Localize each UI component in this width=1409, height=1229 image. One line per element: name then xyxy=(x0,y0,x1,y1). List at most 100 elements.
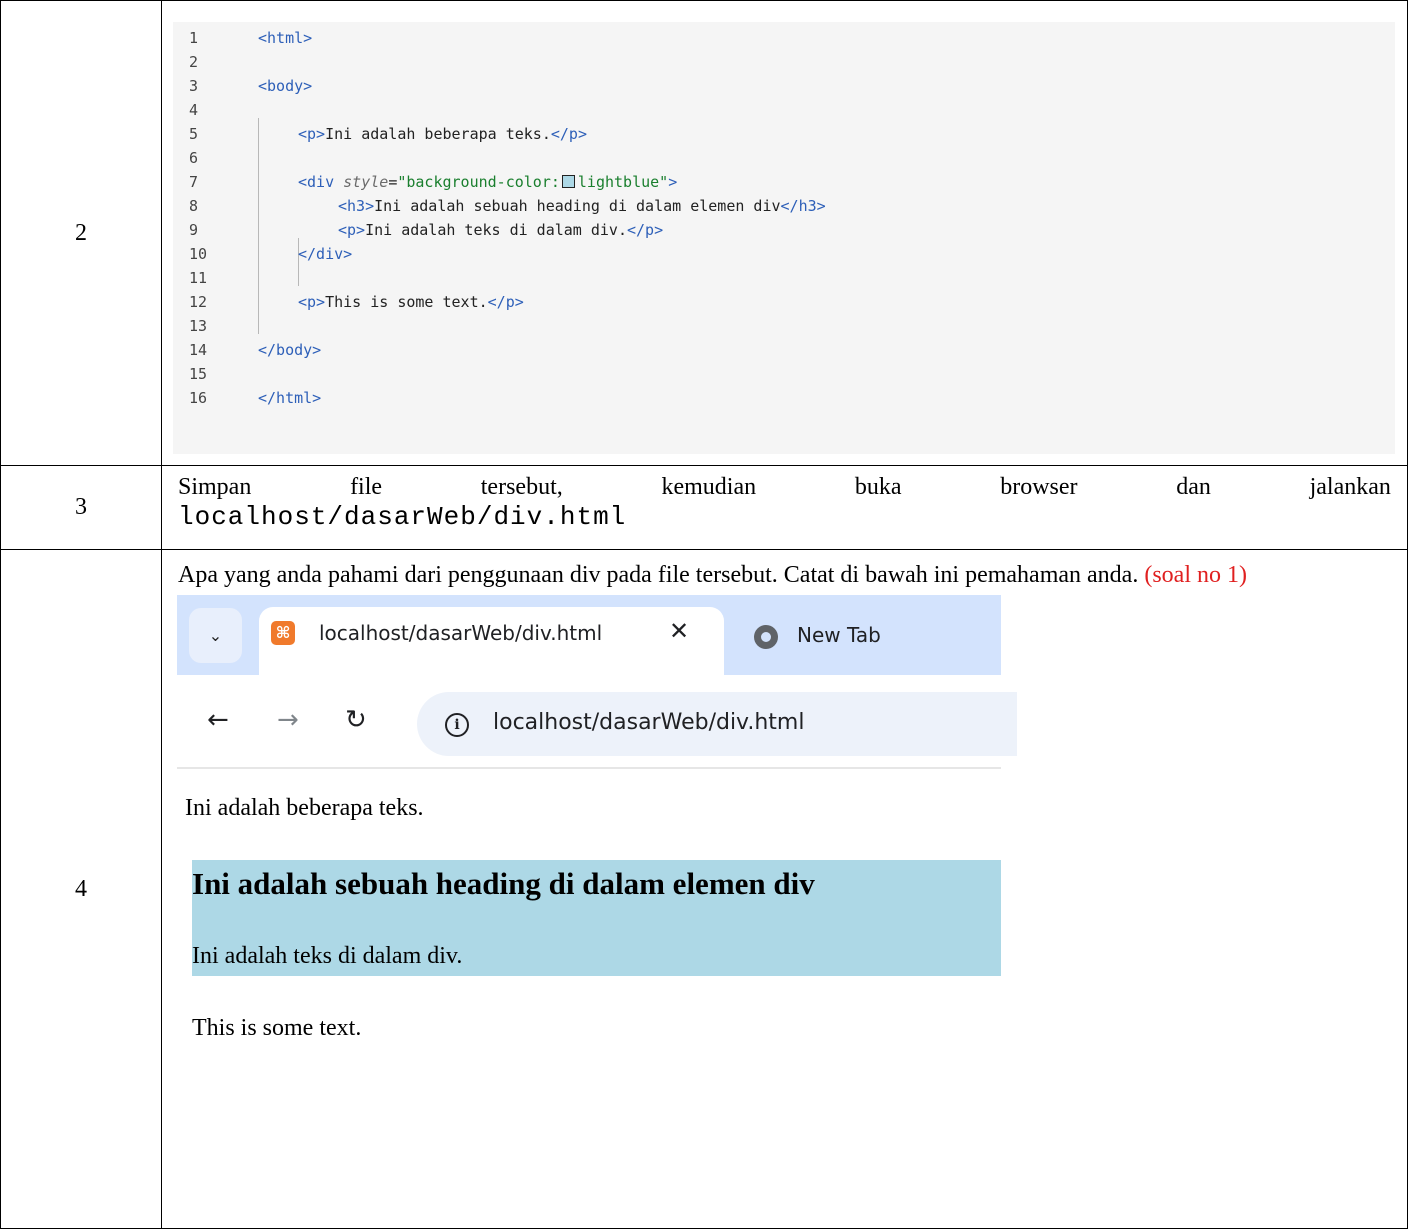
address-bar[interactable]: i localhost/dasarWeb/div.html xyxy=(417,692,1017,756)
code-text: <html> xyxy=(258,26,312,50)
step-content: 1 <html> 2 3 <body> 4 5 <p>Ini adalah beberapa … xyxy=(161,0,1408,466)
line-number: 5 xyxy=(189,125,199,143)
code-line: 9 <p>Ini adalah teks di dalam div.</p> xyxy=(173,218,1373,242)
code-line: 14 </body> xyxy=(173,338,1373,362)
line-number: 10 xyxy=(189,245,208,263)
code-text: <p>This is some text.</p> xyxy=(298,290,524,314)
code-token: style xyxy=(343,173,389,191)
word: tersebut, xyxy=(480,474,563,500)
code-line: 13 xyxy=(173,314,1373,338)
step-row-4: 4 Apa yang anda pahami dari penggunaan d… xyxy=(0,549,1408,1229)
steps-table: 2 1 <html> 2 3 <body> 4 5 <p>Ini adalah beberap… xyxy=(0,0,1408,1229)
line-number: 13 xyxy=(189,317,208,335)
code-line: 10 </div> xyxy=(173,242,1373,266)
code-text: <body> xyxy=(258,74,312,98)
instruction-text: Apa yang anda pahami dari penggunaan div… xyxy=(178,562,1247,588)
code-token: <div xyxy=(298,173,344,191)
line-number: 3 xyxy=(189,77,199,95)
code-token: </p> xyxy=(627,221,664,239)
code-line: 16 </html> xyxy=(173,386,1373,410)
instruction-text: Simpan file tersebut, kemudian buka browser da… xyxy=(178,472,1391,502)
info-icon[interactable]: i xyxy=(445,713,469,737)
code-line: 11 xyxy=(173,266,1373,290)
line-number: 15 xyxy=(189,365,208,383)
code-token: </body> xyxy=(258,341,322,359)
code-text: </div> xyxy=(298,242,352,266)
step-content: Simpan file tersebut, kemudian buka browser da… xyxy=(161,465,1408,550)
line-number: 8 xyxy=(189,197,199,215)
word: jalankan xyxy=(1309,474,1391,500)
code-text: </body> xyxy=(258,338,321,362)
question-note: (soal no 1) xyxy=(1144,562,1247,588)
reload-icon[interactable]: ↻ xyxy=(345,705,367,735)
code-line: 8 <h3>Ini adalah sebuah heading di dalam … xyxy=(173,194,1373,218)
code-token: </html> xyxy=(258,389,322,407)
browser-screenshot: ⌄ ⌘ localhost/dasarWeb/div.html ✕ New Ta… xyxy=(177,595,1017,1137)
code-token: </p> xyxy=(487,293,524,311)
chevron-down-icon: ⌄ xyxy=(208,626,223,645)
page-viewport: Ini adalah beberapa teks. Ini adalah seb… xyxy=(177,769,1001,1137)
code-token: = xyxy=(388,173,398,191)
line-number: 12 xyxy=(189,293,208,311)
code-token: <p> xyxy=(298,293,326,311)
code-token: <h3> xyxy=(338,197,375,215)
document-page: 2 1 <html> 2 3 <body> 4 5 <p>Ini adalah beberap… xyxy=(0,0,1409,1229)
line-number: 16 xyxy=(189,389,208,407)
step-number: 4 xyxy=(0,549,162,1229)
tab-search-button[interactable]: ⌄ xyxy=(189,608,242,663)
code-text: <p>Ini adalah beberapa teks.</p> xyxy=(298,122,587,146)
line-number: 6 xyxy=(189,149,199,167)
step-row-3: 3 Simpan file tersebut, kemudian buka browser… xyxy=(0,465,1408,550)
step-number: 2 xyxy=(0,0,162,466)
paragraph-1: Ini adalah beberapa teks. xyxy=(185,795,424,821)
code-token: <html> xyxy=(258,29,313,47)
step-content: Apa yang anda pahami dari penggunaan div… xyxy=(161,549,1408,1229)
lightblue-div: Ini adalah sebuah heading di dalam eleme… xyxy=(192,860,1001,976)
tab-strip: ⌄ ⌘ localhost/dasarWeb/div.html ✕ New Ta… xyxy=(177,595,1001,687)
code-line: 6 xyxy=(173,146,1373,170)
line-number: 4 xyxy=(189,101,199,119)
code-editor: 1 <html> 2 3 <body> 4 5 <p>Ini adalah beberapa … xyxy=(173,22,1395,454)
chrome-icon xyxy=(754,625,778,649)
code-token: <p> xyxy=(298,125,326,143)
code-text: </html> xyxy=(258,386,321,410)
code-line: 3 <body> xyxy=(173,74,1373,98)
code-token: </div> xyxy=(298,245,353,263)
code-text: <h3>Ini adalah sebuah heading di dalam e… xyxy=(338,194,826,218)
word: kemudian xyxy=(661,474,757,500)
line-number: 7 xyxy=(189,173,199,191)
code-text: <p>Ini adalah teks di dalam div.</p> xyxy=(338,218,663,242)
address-url[interactable]: localhost/dasarWeb/div.html xyxy=(493,710,804,735)
close-icon[interactable]: ✕ xyxy=(669,617,689,645)
tab-title: localhost/dasarWeb/div.html xyxy=(319,621,603,645)
word: dan xyxy=(1176,474,1211,500)
xampp-favicon-icon: ⌘ xyxy=(271,621,295,645)
code-line: 7 <div style="background-color: lightblue"… xyxy=(173,170,1373,194)
code-token: </h3> xyxy=(780,197,826,215)
code-text: <div style="background-color: lightblue"> xyxy=(298,170,677,194)
code-token: "background-color: xyxy=(397,173,560,191)
code-token: > xyxy=(668,173,678,191)
code-token: Ini adalah sebuah heading di dalam eleme… xyxy=(374,197,781,215)
code-token: lightblue" xyxy=(577,173,669,191)
back-arrow-icon[interactable]: ← xyxy=(207,705,229,735)
code-line: 12 <p>This is some text.</p> xyxy=(173,290,1373,314)
paragraph-3: This is some text. xyxy=(192,1015,362,1041)
div-heading: Ini adalah sebuah heading di dalam eleme… xyxy=(192,866,815,901)
tab-new-tab[interactable]: New Tab xyxy=(797,623,881,647)
step-row-2: 2 1 <html> 2 3 <body> 4 5 <p>Ini adalah beberap… xyxy=(0,0,1408,466)
code-token: Ini adalah beberapa teks. xyxy=(325,125,551,143)
code-line: 1 <html> xyxy=(173,26,1373,50)
code-token: <body> xyxy=(258,77,313,95)
line-number: 9 xyxy=(189,221,199,239)
word: file xyxy=(350,474,383,500)
code-line: 15 xyxy=(173,362,1373,386)
word: browser xyxy=(1000,474,1078,500)
line-number: 1 xyxy=(189,29,199,47)
line-number: 2 xyxy=(189,53,199,71)
div-paragraph: Ini adalah teks di dalam div. xyxy=(192,943,463,969)
forward-arrow-icon[interactable]: → xyxy=(277,705,299,735)
word: Simpan xyxy=(178,474,252,500)
code-line: 4 xyxy=(173,98,1373,122)
color-swatch-icon xyxy=(561,175,575,188)
